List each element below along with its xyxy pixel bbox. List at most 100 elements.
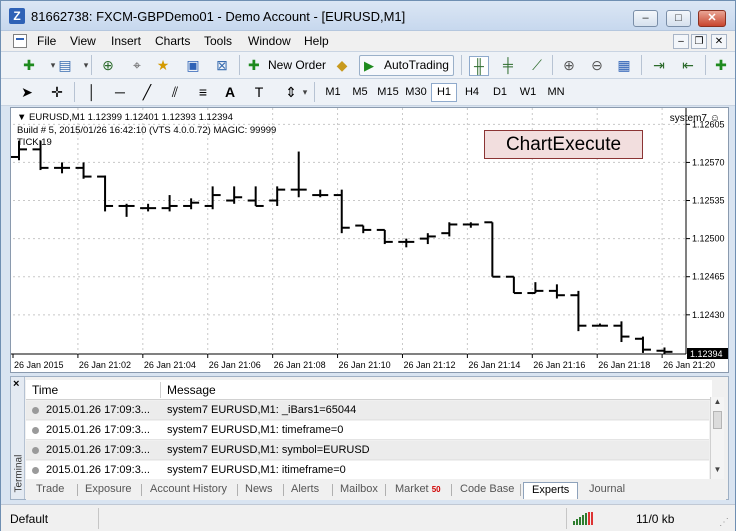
tab-experts[interactable]: Experts bbox=[523, 482, 579, 499]
line-studies-toolbar: ➤ ✛ │ ─ ╱ ⫽ ≡ A T ⇕ ▾ M1 M5 M15 M30 H1 H… bbox=[1, 79, 735, 106]
bar-chart-icon[interactable]: ╫ bbox=[469, 56, 489, 76]
auto-scroll-icon[interactable]: ⇥ bbox=[649, 56, 669, 76]
tab-market-label: Market bbox=[395, 483, 429, 495]
window-title: 81662738: FXCM-GBPDemo01 - Demo Account … bbox=[31, 9, 406, 24]
connection-status-icon[interactable] bbox=[573, 512, 599, 525]
chart-window[interactable]: 1.12605 1.12570 1.12535 1.12500 1.12465 1.124… bbox=[10, 107, 729, 373]
trendline-icon[interactable]: ╱ bbox=[137, 83, 157, 103]
metaeditor-icon[interactable]: ◆ bbox=[332, 56, 352, 76]
chart-symbol-line: EURUSD,M1 1.12399 1.12401 1.12393 1.1239… bbox=[29, 112, 233, 123]
timeframe-m5[interactable]: M5 bbox=[347, 83, 373, 102]
timeframe-mn[interactable]: MN bbox=[543, 83, 569, 102]
candlesticks-icon[interactable]: ╪ bbox=[498, 56, 518, 76]
chart-window-icon[interactable] bbox=[13, 34, 27, 48]
vertical-line-icon[interactable]: │ bbox=[82, 83, 102, 103]
menu-file[interactable]: File bbox=[37, 34, 56, 48]
ohlc-bar bbox=[226, 186, 243, 204]
menu-view[interactable]: View bbox=[70, 34, 96, 48]
ohlc-bar bbox=[355, 224, 372, 234]
close-button[interactable]: ✕ bbox=[698, 10, 726, 27]
tab-account-history[interactable]: Account History bbox=[150, 482, 227, 499]
menu-window[interactable]: Window bbox=[248, 34, 291, 48]
status-bar: Default 11/0 kb ⋰ bbox=[1, 504, 735, 531]
tab-separator bbox=[77, 484, 78, 496]
text-label-icon[interactable]: T bbox=[249, 83, 269, 103]
market-watch-icon[interactable]: ⊕ bbox=[98, 56, 118, 76]
indicators-icon[interactable]: ✚ bbox=[711, 56, 731, 76]
timeframe-m15[interactable]: M15 bbox=[375, 83, 401, 102]
tab-code-base[interactable]: Code Base bbox=[460, 482, 514, 499]
title-bar[interactable]: Z 81662738: FXCM-GBPDemo01 - Demo Accoun… bbox=[1, 1, 735, 31]
terminal-scrollbar[interactable]: ▲ ▼ bbox=[710, 397, 724, 479]
horizontal-line-icon[interactable]: ─ bbox=[110, 83, 130, 103]
fibonacci-icon[interactable]: ≡ bbox=[193, 83, 213, 103]
equidistant-channel-icon[interactable]: ⫽ bbox=[165, 83, 185, 103]
profiles-icon[interactable]: ▤ bbox=[55, 56, 75, 76]
tab-alerts[interactable]: Alerts bbox=[291, 482, 319, 499]
time-tick-label: 26 Jan 21:12 bbox=[403, 360, 455, 370]
expert-name-label: system7 ☺ bbox=[669, 113, 720, 124]
maximize-button[interactable]: □ bbox=[666, 10, 691, 27]
mdi-minimize-button[interactable]: ‒ bbox=[673, 34, 689, 49]
zoom-out-icon[interactable]: ⊖ bbox=[587, 56, 607, 76]
tab-trade[interactable]: Trade bbox=[36, 482, 64, 499]
timeframe-m30[interactable]: M30 bbox=[403, 83, 429, 102]
mdi-close-button[interactable]: ✕ bbox=[711, 34, 727, 49]
strategy-tester-icon[interactable]: ⊠ bbox=[212, 56, 232, 76]
timeframe-d1[interactable]: D1 bbox=[487, 83, 513, 102]
data-window-icon[interactable]: ⌖ bbox=[127, 56, 147, 76]
new-order-button[interactable]: ✚ New Order bbox=[243, 55, 331, 76]
dropdown-arrow-icon[interactable]: ▾ bbox=[76, 56, 96, 76]
tab-exposure[interactable]: Exposure bbox=[85, 482, 131, 499]
row-message: system7 EURUSD,M1: symbol=EURUSD bbox=[167, 444, 370, 456]
menu-tools[interactable]: Tools bbox=[204, 34, 232, 48]
toolbar-separator bbox=[239, 55, 240, 75]
terminal-label: Terminal bbox=[13, 454, 25, 493]
tab-market[interactable]: Market 50 bbox=[395, 482, 441, 499]
tab-journal[interactable]: Journal bbox=[589, 482, 625, 499]
ohlc-bar bbox=[527, 282, 544, 295]
minimize-button[interactable]: ‒ bbox=[633, 10, 658, 27]
crosshair-icon[interactable]: ✛ bbox=[47, 83, 67, 103]
dropdown-arrow-icon[interactable]: ▾ bbox=[295, 83, 315, 103]
scroll-up-icon[interactable]: ▲ bbox=[712, 397, 723, 409]
tile-windows-icon[interactable]: ▦ bbox=[614, 56, 634, 76]
tab-news[interactable]: News bbox=[245, 482, 273, 499]
navigator-icon[interactable]: ★ bbox=[153, 56, 173, 76]
ohlc-bar bbox=[591, 323, 608, 327]
new-chart-icon[interactable]: ✚ bbox=[19, 56, 39, 76]
menu-insert[interactable]: Insert bbox=[111, 34, 141, 48]
chart-execute-button[interactable]: ChartExecute bbox=[484, 130, 643, 159]
scroll-thumb[interactable] bbox=[713, 411, 722, 429]
tab-mailbox[interactable]: Mailbox bbox=[340, 482, 378, 499]
zoom-in-icon[interactable]: ⊕ bbox=[559, 56, 579, 76]
scroll-down-icon[interactable]: ▼ bbox=[712, 465, 723, 477]
timeframe-h4[interactable]: H4 bbox=[459, 83, 485, 102]
timeframe-m1[interactable]: M1 bbox=[320, 83, 346, 102]
tab-separator bbox=[385, 484, 386, 496]
column-time[interactable]: Time bbox=[32, 383, 58, 397]
terminal-icon[interactable]: ▣ bbox=[183, 56, 203, 76]
menu-charts[interactable]: Charts bbox=[155, 34, 190, 48]
line-chart-icon[interactable]: ⟋ bbox=[527, 56, 547, 76]
ohlc-bar bbox=[634, 336, 651, 353]
status-separator bbox=[566, 508, 567, 529]
list-item[interactable]: 2015.01.26 17:09:3... system7 EURUSD,M1:… bbox=[26, 441, 709, 460]
timeframe-w1[interactable]: W1 bbox=[515, 83, 541, 102]
chart-shift-icon[interactable]: ⇤ bbox=[678, 56, 698, 76]
terminal-close-button[interactable]: × bbox=[13, 378, 19, 390]
timeframe-h1[interactable]: H1 bbox=[431, 83, 457, 102]
list-item[interactable]: 2015.01.26 17:09:3... system7 EURUSD,M1:… bbox=[26, 461, 709, 479]
text-icon[interactable]: A bbox=[220, 83, 240, 103]
menu-help[interactable]: Help bbox=[304, 34, 329, 48]
autotrading-button[interactable]: ▶ AutoTrading bbox=[359, 55, 454, 76]
column-message[interactable]: Message bbox=[167, 383, 216, 397]
tab-separator bbox=[520, 484, 521, 496]
resize-grip-icon[interactable]: ⋰ bbox=[719, 517, 731, 529]
market-badge: 50 bbox=[431, 485, 441, 494]
mdi-restore-button[interactable]: ❐ bbox=[691, 34, 707, 49]
list-item[interactable]: 2015.01.26 17:09:3... system7 EURUSD,M1:… bbox=[26, 421, 709, 440]
cursor-icon[interactable]: ➤ bbox=[17, 83, 37, 103]
list-item[interactable]: 2015.01.26 17:09:3... system7 EURUSD,M1:… bbox=[26, 401, 709, 420]
ohlc-bar bbox=[462, 222, 479, 228]
